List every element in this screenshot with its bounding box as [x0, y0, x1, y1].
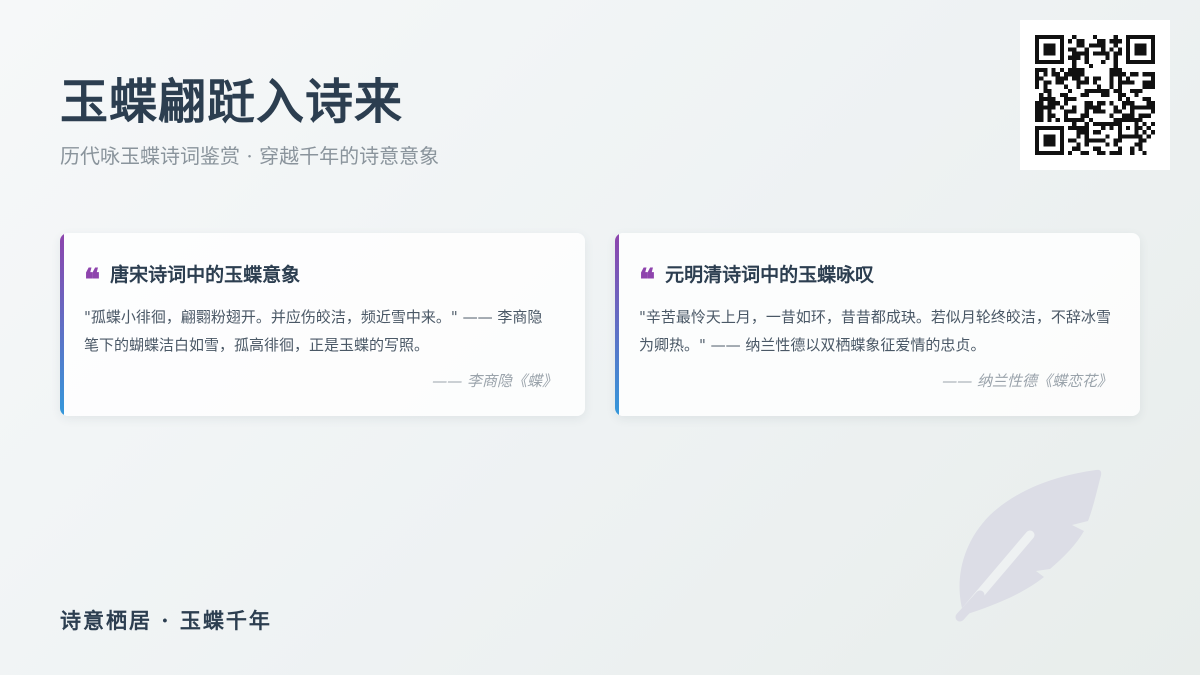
page-title: 玉蝶翩跹入诗来 [60, 74, 404, 130]
card-title: 唐宋诗词中的玉蝶意象 [110, 264, 301, 286]
qr-code [1020, 20, 1170, 170]
card-header: ❝ 元明清诗词中的玉蝶咏叹 [639, 260, 875, 298]
qr-code-icon [1035, 35, 1155, 155]
card-source: —— 纳兰性德《蝶恋花》 [942, 372, 1112, 390]
feather-icon [955, 469, 1102, 622]
card-quote-text: "辛苦最怜天上月，一昔如环，昔昔都成玦。若似月轮终皎洁，不辞冰雪为卿热。" ——… [639, 308, 1111, 354]
page-subtitle: 历代咏玉蝶诗词鉴赏 · 穿越千年的诗意意象 [60, 144, 440, 168]
footer-signature: 诗意栖居 · 玉蝶千年 [60, 608, 272, 633]
card-header: ❝ 唐宋诗词中的玉蝶意象 [84, 260, 301, 298]
quote-icon: ❝ [84, 262, 101, 298]
quote-card-yuan-ming-qing: ❝ 元明清诗词中的玉蝶咏叹 "辛苦最怜天上月，一昔如环，昔昔都成玦。若似月轮终皎… [615, 233, 1140, 416]
quote-card-tang-song: ❝ 唐宋诗词中的玉蝶意象 "孤蝶小徘徊，翩翾粉翅开。并应伤皎洁，频近雪中来。" … [60, 233, 585, 416]
card-quote-text: "孤蝶小徘徊，翩翾粉翅开。并应伤皎洁，频近雪中来。" —— 李商隐笔下的蝴蝶洁白… [84, 308, 543, 354]
card-title: 元明清诗词中的玉蝶咏叹 [665, 264, 875, 286]
card-source: —— 李商隐《蝶》 [432, 372, 557, 390]
quote-icon: ❝ [639, 262, 656, 298]
